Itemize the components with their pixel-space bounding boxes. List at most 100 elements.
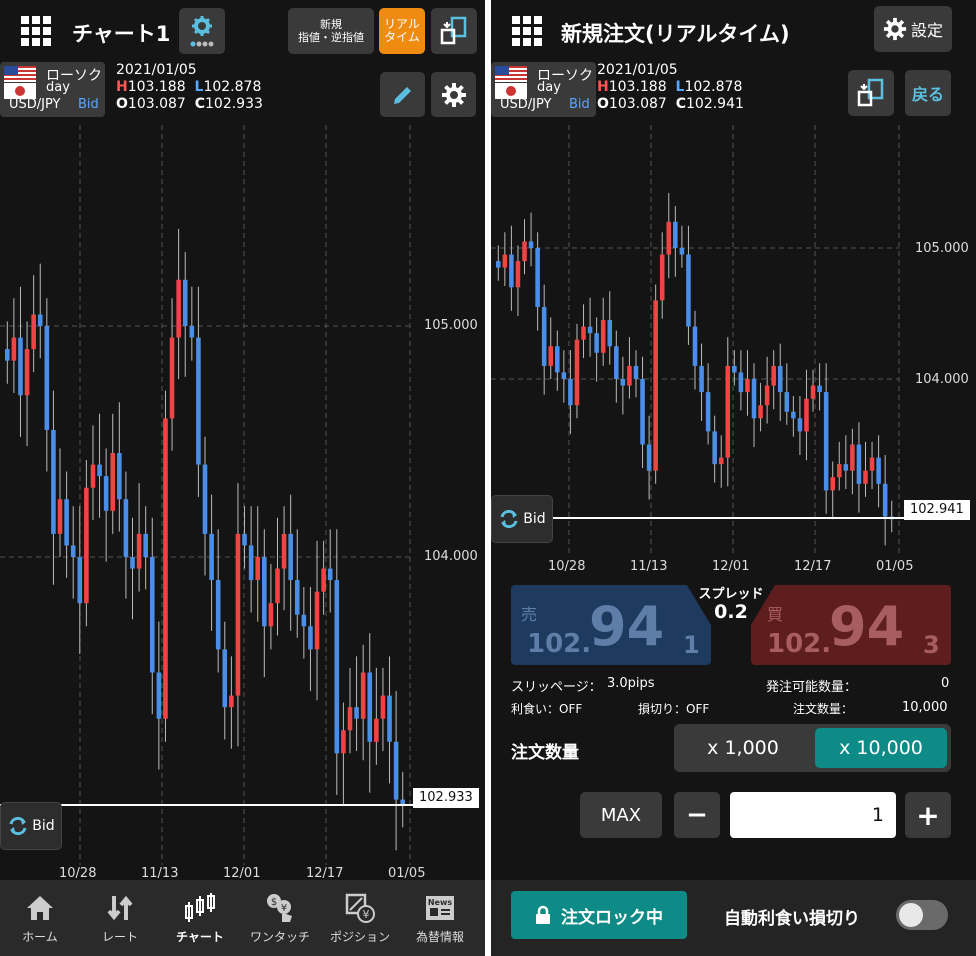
realtime-order-button[interactable]: リアル タイム bbox=[379, 8, 425, 54]
draw-tool-button[interactable] bbox=[380, 72, 425, 117]
open-value: 103.087 bbox=[608, 96, 667, 112]
menu-grid-icon[interactable] bbox=[21, 16, 51, 46]
realtime-order-screen: 新規注文(リアルタイム) 設定 ローソク day USD/JPY Bid 202… bbox=[491, 0, 976, 956]
candle-body bbox=[242, 533, 247, 546]
candle-body bbox=[555, 346, 560, 373]
candle-body bbox=[215, 580, 221, 650]
candle-body bbox=[515, 261, 521, 288]
new-order-label: 新規 bbox=[320, 18, 342, 31]
y-tick-105: 105.000 bbox=[915, 241, 969, 256]
news-icon: News bbox=[426, 896, 454, 920]
nav-chart[interactable]: チャート bbox=[170, 880, 230, 956]
unit-10000-option[interactable]: x 10,000 bbox=[815, 728, 947, 768]
bottom-nav: ホーム レート チャート $ ¥ ワンタッチ ¥ ポジション News 為替情報 bbox=[0, 880, 485, 956]
x-tick: 12/01 bbox=[223, 866, 261, 881]
layout-switch-button[interactable] bbox=[431, 8, 477, 54]
settings-label: 設定 bbox=[910, 21, 943, 40]
refresh-icon bbox=[500, 509, 518, 529]
candle-body bbox=[103, 476, 109, 511]
screen-switch-icon bbox=[440, 16, 467, 45]
candle-body bbox=[110, 453, 116, 511]
nav-rate[interactable]: レート bbox=[90, 880, 150, 956]
unit-1000-option[interactable]: x 1,000 bbox=[678, 728, 808, 768]
candlestick-chart[interactable] bbox=[491, 125, 976, 555]
buy-rate-panel[interactable]: 買 102. 94 3 bbox=[751, 585, 951, 665]
candle-body bbox=[561, 372, 567, 379]
candle-body bbox=[581, 326, 586, 340]
candle-body bbox=[830, 477, 835, 491]
candle-body bbox=[764, 385, 770, 406]
svg-text:News: News bbox=[428, 898, 453, 907]
close-value: 102.933 bbox=[205, 96, 263, 112]
auto-tp-sl-switch[interactable] bbox=[896, 900, 948, 930]
bid-ask-toggle-button[interactable]: Bid bbox=[0, 802, 62, 850]
nav-one-touch-label: ワンタッチ bbox=[249, 930, 310, 944]
candle-body bbox=[705, 392, 711, 432]
order-lock-button[interactable]: 注文ロック中 bbox=[511, 891, 687, 939]
nav-news-label: 為替情報 bbox=[415, 930, 464, 944]
back-button[interactable]: 戻る bbox=[905, 70, 951, 116]
candle-body bbox=[850, 444, 855, 471]
home-icon bbox=[27, 896, 53, 920]
order-lock-label: 注文ロック中 bbox=[561, 907, 663, 928]
candle-body bbox=[275, 568, 280, 604]
high-prefix: H bbox=[597, 79, 609, 95]
period-label: day bbox=[46, 80, 70, 95]
candle-body bbox=[496, 261, 501, 268]
candle-body bbox=[169, 337, 175, 419]
rate-icon bbox=[107, 895, 133, 921]
candle-body bbox=[817, 385, 822, 393]
take-profit-status: 利食い：OFF bbox=[511, 702, 583, 716]
menu-grid-icon[interactable] bbox=[512, 16, 542, 46]
slippage-value: 3.0pips bbox=[607, 676, 655, 691]
open-value: 103.087 bbox=[127, 96, 186, 112]
period-label: day bbox=[537, 80, 561, 95]
high-value: 103.188 bbox=[608, 79, 667, 95]
bid-ask-toggle-button[interactable]: Bid bbox=[491, 495, 553, 543]
pair-selector[interactable]: ローソク day USD/JPY Bid bbox=[0, 62, 105, 117]
sell-label: 売 bbox=[521, 605, 538, 624]
pair-selector[interactable]: ローソク day USD/JPY Bid bbox=[491, 62, 596, 117]
candle-body bbox=[149, 557, 155, 673]
layout-switch-button[interactable] bbox=[848, 70, 894, 116]
us-flag-icon bbox=[4, 66, 36, 82]
nav-position[interactable]: ¥ ポジション bbox=[330, 880, 390, 956]
candle-body bbox=[804, 398, 809, 432]
nav-home[interactable]: ホーム bbox=[10, 880, 70, 956]
candlestick-chart[interactable] bbox=[0, 125, 485, 880]
candle-body bbox=[725, 365, 731, 458]
y-tick-104: 104.000 bbox=[915, 372, 969, 387]
chart-settings-button[interactable] bbox=[179, 8, 225, 54]
candle-body bbox=[31, 314, 36, 350]
nav-news[interactable]: News 為替情報 bbox=[410, 880, 470, 956]
limit-stop-label: 指値・逆指値 bbox=[298, 31, 364, 44]
candle-body bbox=[686, 254, 691, 327]
lock-icon bbox=[536, 905, 550, 924]
candle-body bbox=[751, 379, 757, 419]
new-limit-order-button[interactable]: 新規 指値・逆指値 bbox=[288, 8, 374, 54]
nav-one-touch[interactable]: $ ¥ ワンタッチ bbox=[250, 880, 310, 956]
max-button[interactable]: MAX bbox=[580, 792, 662, 838]
indicator-settings-button[interactable] bbox=[431, 72, 476, 117]
sell-rate-panel[interactable]: 売 102. 94 1 bbox=[511, 585, 711, 665]
x-tick: 11/13 bbox=[141, 866, 179, 881]
candle-body bbox=[646, 444, 652, 471]
pencil-icon bbox=[393, 86, 411, 104]
candle-body bbox=[587, 326, 593, 334]
quantity-input[interactable]: 1 bbox=[730, 792, 896, 838]
candle-body bbox=[11, 337, 17, 361]
stop-loss-status: 損切り：OFF bbox=[638, 702, 710, 716]
candle-body bbox=[528, 241, 534, 248]
chart-screen: チャート1 新規 指値・逆指値 リアル タイム ローソク day USD/JPY bbox=[0, 0, 485, 956]
candle-body bbox=[229, 695, 234, 708]
decrement-button[interactable]: − bbox=[674, 792, 720, 838]
candle-body bbox=[156, 672, 162, 719]
candle-body bbox=[70, 545, 76, 557]
candle-body bbox=[77, 557, 83, 604]
candle-body bbox=[673, 221, 678, 248]
nav-chart-label: チャート bbox=[176, 930, 224, 944]
increment-button[interactable]: + bbox=[905, 792, 951, 838]
order-qty-label: 注文数量： bbox=[793, 702, 854, 716]
settings-button[interactable]: 設定 bbox=[874, 6, 952, 52]
refresh-icon bbox=[9, 816, 27, 836]
